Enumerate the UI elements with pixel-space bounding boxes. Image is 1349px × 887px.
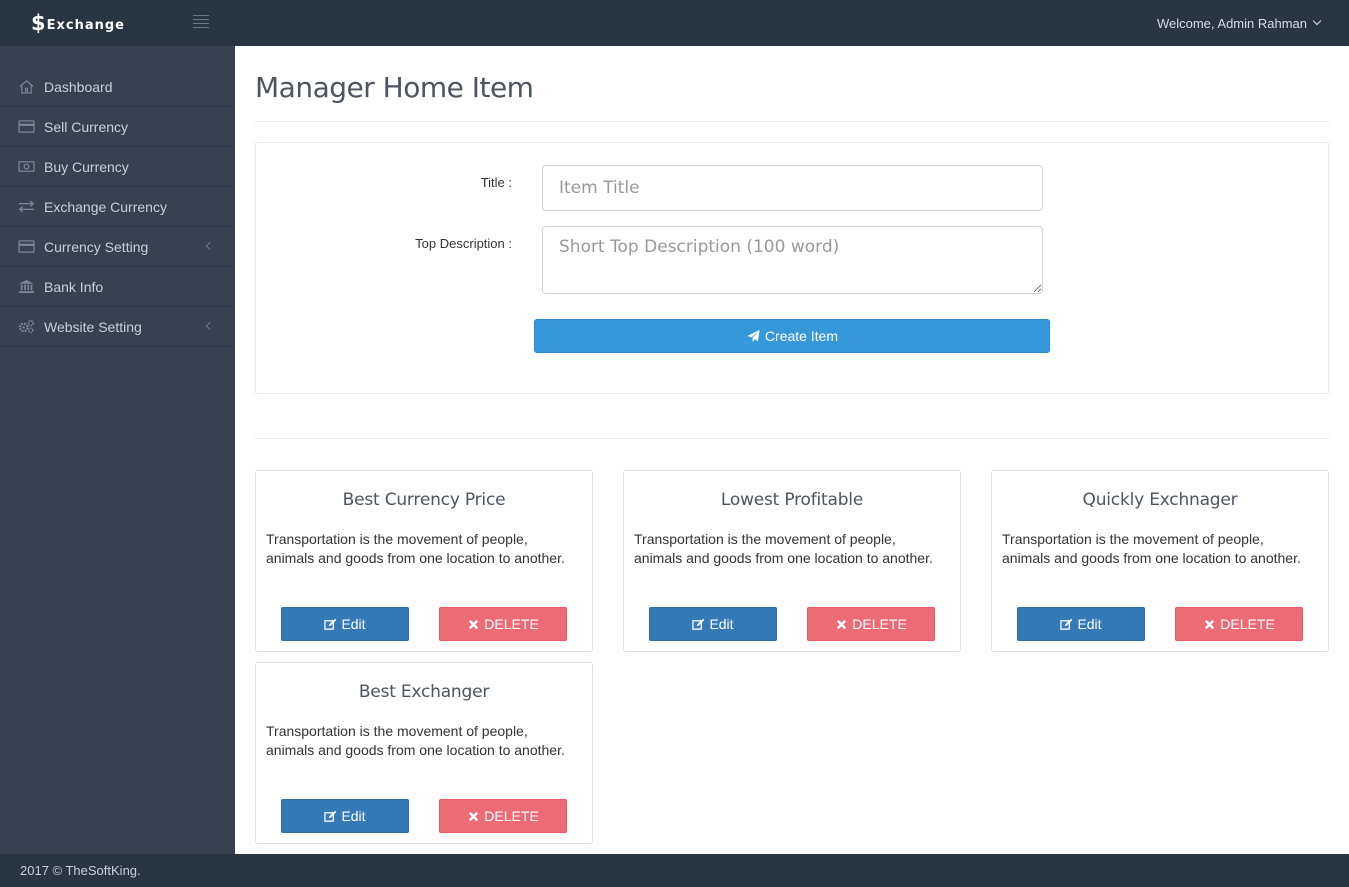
money-icon <box>17 159 35 175</box>
card-description: Transportation is the movement of people… <box>266 531 565 566</box>
sidebar: Dashboard Sell Currency Buy Currency Exc… <box>0 46 235 854</box>
sidebar-item-currency-setting[interactable]: Currency Setting <box>0 227 235 267</box>
delete-label: DELETE <box>1220 616 1275 632</box>
divider <box>255 438 1329 439</box>
bank-icon <box>17 279 35 295</box>
copyright-text: 2017 © TheSoftKing. <box>20 863 141 878</box>
user-menu-dropdown[interactable]: Welcome, Admin Rahman <box>1156 0 1322 46</box>
welcome-text: Welcome, Admin Rahman <box>1156 15 1307 31</box>
delete-label: DELETE <box>484 616 539 632</box>
edit-button[interactable]: Edit <box>649 607 777 641</box>
card-title: Best Exchanger <box>358 682 490 702</box>
sidebar-item-label: Dashboard <box>44 78 113 95</box>
delete-button[interactable]: DELETE <box>439 799 567 833</box>
paper-plane-icon <box>747 329 760 343</box>
sidebar-item-bank-info[interactable]: Bank Info <box>0 267 235 307</box>
edit-icon <box>324 618 337 630</box>
home-icon <box>17 79 35 95</box>
sidebar-item-label: Bank Info <box>44 278 104 295</box>
delete-button[interactable]: DELETE <box>1175 607 1303 641</box>
home-item-card: Best Currency Price Transportation is th… <box>255 470 593 652</box>
edit-button[interactable]: Edit <box>281 607 409 641</box>
edit-label: Edit <box>709 616 734 632</box>
edit-button[interactable]: Edit <box>1017 607 1145 641</box>
card-description: Transportation is the movement of people… <box>266 723 565 758</box>
edit-icon <box>1060 618 1073 630</box>
card-title: Quickly Exchnager <box>1082 490 1238 510</box>
close-icon <box>469 619 479 629</box>
top-description-label: Top Description : <box>415 236 512 251</box>
brand-logo[interactable]: $ Exchange <box>0 0 190 46</box>
main-content: Manager Home Item Title : Top Descriptio… <box>235 46 1349 854</box>
card-description: Transportation is the movement of people… <box>1002 531 1301 566</box>
edit-label: Edit <box>341 616 366 632</box>
hamburger-menu-icon[interactable] <box>193 15 211 31</box>
delete-label: DELETE <box>852 616 907 632</box>
exchange-arrows-icon <box>17 199 35 215</box>
chevron-left-icon <box>205 321 215 331</box>
chevron-left-icon <box>205 241 215 251</box>
sidebar-item-buy-currency[interactable]: Buy Currency <box>0 147 235 187</box>
sidebar-item-label: Website Setting <box>44 318 142 335</box>
delete-button[interactable]: DELETE <box>807 607 935 641</box>
page-title: Manager Home Item <box>255 71 534 104</box>
sidebar-item-sell-currency[interactable]: Sell Currency <box>0 107 235 147</box>
title-label: Title : <box>480 175 512 190</box>
create-item-button[interactable]: Create Item <box>534 319 1050 353</box>
sidebar-item-dashboard[interactable]: Dashboard <box>0 67 235 107</box>
credit-card-icon <box>17 119 35 135</box>
home-item-card: Lowest Profitable Transportation is the … <box>623 470 961 652</box>
home-item-card: Best Exchanger Transportation is the mov… <box>255 662 593 844</box>
edit-icon <box>692 618 705 630</box>
close-icon <box>469 811 479 821</box>
sidebar-item-website-setting[interactable]: Website Setting <box>0 307 235 347</box>
card-title: Lowest Profitable <box>720 490 864 510</box>
card-description: Transportation is the movement of people… <box>634 531 933 566</box>
item-title-input[interactable] <box>542 165 1043 211</box>
card-title: Best Currency Price <box>342 490 506 510</box>
edit-icon <box>324 810 337 822</box>
sidebar-item-label: Sell Currency <box>44 118 129 135</box>
create-item-label: Create Item <box>764 328 839 344</box>
delete-label: DELETE <box>484 808 539 824</box>
sidebar-item-label: Currency Setting <box>44 238 149 255</box>
top-navbar: $ Exchange Welcome, Admin Rahman <box>0 0 1349 46</box>
footer: 2017 © TheSoftKing. <box>0 854 1349 887</box>
sidebar-item-label: Buy Currency <box>44 158 129 175</box>
sidebar-item-exchange-currency[interactable]: Exchange Currency <box>0 187 235 227</box>
top-description-textarea[interactable] <box>542 226 1043 294</box>
close-icon <box>837 619 847 629</box>
sidebar-item-label: Exchange Currency <box>44 198 167 215</box>
divider <box>255 121 1329 122</box>
gears-icon <box>17 319 35 335</box>
brand-dollar-symbol: $ <box>31 10 46 35</box>
close-icon <box>1205 619 1215 629</box>
create-item-form: Title : Top Description : Create Item <box>255 142 1329 394</box>
credit-card-icon <box>17 239 35 255</box>
delete-button[interactable]: DELETE <box>439 607 567 641</box>
brand-name: Exchange <box>46 17 126 33</box>
edit-button[interactable]: Edit <box>281 799 409 833</box>
edit-label: Edit <box>341 808 366 824</box>
chevron-down-icon <box>1312 16 1322 26</box>
edit-label: Edit <box>1077 616 1102 632</box>
home-item-card: Quickly Exchnager Transportation is the … <box>991 470 1329 652</box>
